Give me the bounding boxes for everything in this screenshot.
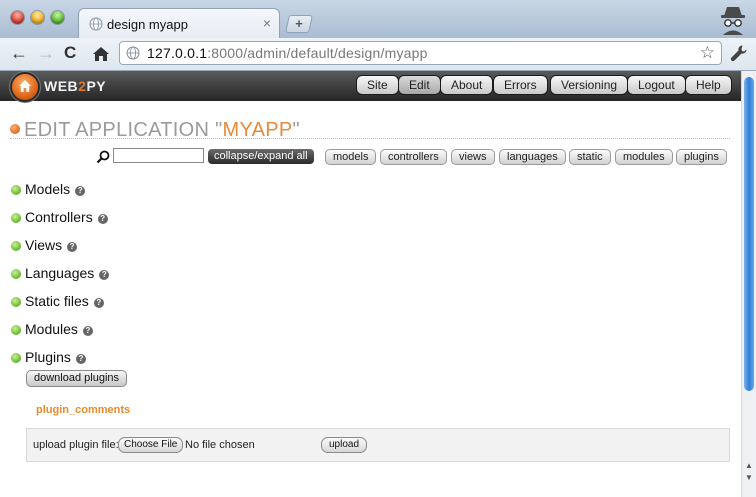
status-dot-icon — [11, 269, 21, 279]
section-modules[interactable]: Modules? — [11, 321, 93, 337]
web2py-logo: WEB2PY — [44, 78, 107, 94]
upload-plugin-form: upload plugin file: Choose File No file … — [26, 428, 730, 462]
title-divider — [10, 138, 730, 139]
status-dot-icon — [11, 325, 21, 335]
menu-errors[interactable]: Errors — [493, 75, 548, 95]
tab-title: design myapp — [107, 17, 188, 32]
section-languages[interactable]: Languages? — [11, 265, 110, 281]
forward-button[interactable]: → — [37, 42, 55, 64]
section-views[interactable]: Views? — [11, 237, 78, 253]
filter-modules-button[interactable]: modules — [615, 149, 673, 165]
menu-logout[interactable]: Logout — [627, 75, 686, 95]
title-bullet-icon — [10, 124, 20, 134]
menu-edit[interactable]: Edit — [398, 75, 441, 95]
new-tab-button[interactable]: + — [285, 15, 313, 33]
zoom-window-button[interactable] — [51, 11, 64, 24]
help-icon[interactable]: ? — [75, 186, 86, 196]
status-dot-icon — [11, 241, 21, 251]
close-window-button[interactable] — [11, 11, 24, 24]
scroll-down-icon[interactable]: ▼ — [745, 473, 753, 482]
filter-languages-button[interactable]: languages — [499, 149, 566, 165]
reload-button[interactable]: C — [64, 42, 76, 64]
back-button[interactable]: ← — [10, 42, 28, 64]
address-bar[interactable]: 127.0.0.1:8000/admin/default/design/myap… — [119, 41, 722, 65]
filter-toolbar: collapse/expand all models controllers v… — [0, 148, 741, 168]
menu-help[interactable]: Help — [685, 75, 732, 95]
help-icon[interactable]: ? — [97, 214, 108, 224]
section-static-files[interactable]: Static files? — [11, 293, 104, 309]
filter-views-button[interactable]: views — [451, 149, 495, 165]
browser-tab[interactable]: design myapp × — [78, 8, 280, 38]
menu-site[interactable]: Site — [356, 75, 399, 95]
help-icon[interactable]: ? — [82, 326, 93, 336]
status-dot-icon — [11, 353, 21, 363]
upload-label: upload plugin file: — [33, 439, 119, 451]
collapse-expand-all-button[interactable]: collapse/expand all — [208, 149, 314, 164]
file-status: No file chosen — [185, 439, 255, 451]
search-input[interactable] — [113, 148, 204, 163]
wrench-icon[interactable] — [730, 44, 748, 62]
house-icon — [19, 80, 31, 92]
section-controllers[interactable]: Controllers? — [11, 209, 108, 225]
web2py-navbar: WEB2PY Site Edit About Errors Versioning… — [0, 71, 741, 101]
home-button[interactable] — [12, 74, 38, 100]
tab-close-icon[interactable]: × — [263, 15, 271, 31]
upload-button[interactable]: upload — [321, 437, 368, 453]
help-icon[interactable]: ? — [75, 354, 86, 364]
globe-icon — [89, 17, 103, 31]
plugin-link[interactable]: plugin_comments — [36, 404, 130, 416]
status-dot-icon — [11, 185, 21, 195]
browser-toolbar: ← → C 127.0.0.1:8000/admin/default/desig… — [0, 38, 756, 71]
menu-about[interactable]: About — [440, 75, 494, 95]
choose-file-button[interactable]: Choose File — [118, 437, 184, 453]
filter-plugins-button[interactable]: plugins — [676, 149, 727, 165]
filter-static-button[interactable]: static — [569, 149, 611, 165]
help-icon[interactable]: ? — [99, 270, 110, 280]
home-button[interactable] — [92, 45, 110, 63]
help-icon[interactable]: ? — [67, 242, 78, 252]
url-text: 127.0.0.1:8000/admin/default/design/myap… — [147, 45, 428, 61]
download-plugins-button[interactable]: download plugins — [26, 370, 128, 387]
globe-icon — [126, 46, 140, 60]
search-icon — [96, 150, 110, 164]
menu-versioning[interactable]: Versioning — [550, 75, 629, 95]
status-dot-icon — [11, 297, 21, 307]
scroll-up-icon[interactable]: ▲ — [745, 461, 753, 470]
vertical-scrollbar[interactable]: ▲ ▼ — [741, 71, 756, 497]
filter-models-button[interactable]: models — [325, 149, 377, 165]
tab-strip: design myapp × + — [0, 0, 756, 38]
minimize-window-button[interactable] — [31, 11, 44, 24]
page-viewport: WEB2PY Site Edit About Errors Versioning… — [0, 71, 741, 497]
section-models[interactable]: Models? — [11, 181, 86, 197]
section-plugins[interactable]: Plugins? — [11, 349, 86, 365]
incognito-icon — [721, 7, 745, 35]
url-path: :8000/admin/default/design/myapp — [207, 45, 428, 61]
star-icon[interactable]: ☆ — [700, 43, 715, 63]
url-host: 127.0.0.1 — [147, 45, 208, 61]
help-icon[interactable]: ? — [93, 298, 104, 308]
plus-icon: + — [295, 16, 303, 31]
scrollbar-thumb[interactable] — [744, 77, 754, 391]
status-dot-icon — [11, 213, 21, 223]
filter-controllers-button[interactable]: controllers — [380, 149, 447, 165]
